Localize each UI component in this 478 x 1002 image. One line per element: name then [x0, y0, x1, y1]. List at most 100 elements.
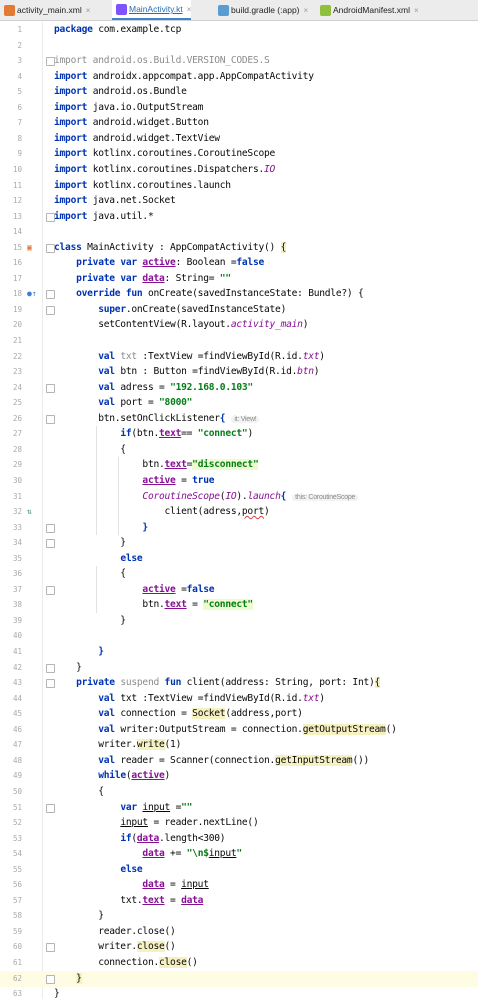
- code-line[interactable]: 46 val writer:OutputStream = connection.…: [0, 722, 478, 738]
- code-line[interactable]: 38 btn.text = "connect": [0, 597, 478, 613]
- fold-marker-icon[interactable]: [46, 974, 55, 984]
- line-number: 10: [12, 164, 22, 174]
- fold-marker-icon[interactable]: [46, 585, 55, 595]
- line-number: 63: [12, 989, 22, 999]
- code-line[interactable]: 56 data = input: [0, 877, 478, 893]
- code-line[interactable]: 52 input = reader.nextLine(): [0, 815, 478, 831]
- close-tab-icon[interactable]: ×: [86, 6, 91, 15]
- fold-marker-icon[interactable]: [46, 943, 55, 953]
- code-line[interactable]: 47 writer.write(1): [0, 737, 478, 753]
- fold-marker-icon[interactable]: [46, 679, 55, 689]
- code-line[interactable]: 17 private var data: String= "": [0, 271, 478, 287]
- close-tab-icon[interactable]: ×: [414, 6, 419, 15]
- code-line[interactable]: 54 data += "\n$input": [0, 846, 478, 862]
- override-marker-icon[interactable]: ●↑: [27, 286, 37, 302]
- code-line[interactable]: 44 val txt :TextView =findViewById(R.id.…: [0, 691, 478, 707]
- code-line[interactable]: 4 import androidx.appcompat.app.AppCompat…: [0, 69, 478, 85]
- code-line[interactable]: 33 }: [0, 520, 478, 536]
- code-text: reader.close(): [54, 925, 176, 937]
- code-line[interactable]: 15 class MainActivity : AppCompatActivity…: [0, 240, 478, 256]
- fold-marker-icon[interactable]: [46, 539, 55, 549]
- code-line[interactable]: 42 }: [0, 660, 478, 676]
- tab-androidmanifest-xml[interactable]: AndroidManifest.xml ×: [316, 0, 419, 20]
- line-number: 25: [12, 398, 22, 408]
- code-line[interactable]: 25 val port = "8000": [0, 395, 478, 411]
- code-line[interactable]: 13 import java.util.*: [0, 209, 478, 225]
- code-text: val reader = Scanner(connection.getInput…: [98, 754, 370, 766]
- line-number: 33: [12, 522, 22, 532]
- code-line[interactable]: 63}: [0, 986, 478, 1002]
- code-line[interactable]: 11 import kotlinx.coroutines.launch: [0, 178, 478, 194]
- fold-marker-icon[interactable]: [46, 383, 55, 393]
- close-tab-icon[interactable]: ×: [304, 6, 309, 15]
- code-line[interactable]: 5 import android.os.Bundle: [0, 84, 478, 100]
- code-line[interactable]: 29 btn.text="disconnect": [0, 457, 478, 473]
- code-line[interactable]: 9 import kotlinx.coroutines.CoroutineScop…: [0, 146, 478, 162]
- code-line[interactable]: 60 writer.close(): [0, 939, 478, 955]
- code-line[interactable]: 50 {: [0, 784, 478, 800]
- code-line[interactable]: 18 override fun onCreate(savedInstanceSt…: [0, 286, 478, 302]
- close-tab-icon[interactable]: ×: [187, 5, 192, 14]
- line-number: 22: [12, 351, 22, 361]
- fold-marker-icon[interactable]: [46, 290, 55, 300]
- code-line[interactable]: 34 }: [0, 535, 478, 551]
- code-line[interactable]: 31 CoroutineScope(IO).launch{this: Corou…: [0, 489, 478, 505]
- fold-marker-icon[interactable]: [46, 663, 55, 673]
- code-line[interactable]: 20 setContentView(R.layout.activity_main…: [0, 317, 478, 333]
- code-line[interactable]: 62 }: [0, 970, 478, 987]
- code-line[interactable]: 37 active =false: [0, 582, 478, 598]
- fold-marker-icon[interactable]: [46, 523, 55, 533]
- fold-marker-icon[interactable]: [46, 212, 55, 222]
- code-line[interactable]: 23 val btn : Button =findViewById(R.id.b…: [0, 364, 478, 380]
- code-line[interactable]: 49 while(active): [0, 768, 478, 784]
- code-line[interactable]: 3 import android.os.Build.VERSION_CODES.S: [0, 53, 478, 69]
- code-line[interactable]: 27 if(btn.text== "connect"): [0, 426, 478, 442]
- class-run-icon[interactable]: ▣: [27, 240, 32, 256]
- code-line[interactable]: 22 val txt :TextView =findViewById(R.id.…: [0, 349, 478, 365]
- code-line[interactable]: 39 }: [0, 613, 478, 629]
- code-line[interactable]: 16 private var active: Boolean =false: [0, 255, 478, 271]
- code-line[interactable]: 51 var input ="": [0, 800, 478, 816]
- code-line[interactable]: 58 }: [0, 908, 478, 924]
- code-line[interactable]: 10 import kotlinx.coroutines.Dispatchers.…: [0, 162, 478, 178]
- code-line[interactable]: 36 {: [0, 566, 478, 582]
- code-line[interactable]: 30 active = true: [0, 473, 478, 489]
- code-line[interactable]: 19 super.onCreate(savedInstanceState): [0, 302, 478, 318]
- code-line[interactable]: 61 connection.close(): [0, 955, 478, 971]
- code-line[interactable]: 40: [0, 628, 478, 644]
- code-line[interactable]: 14: [0, 224, 478, 240]
- code-line[interactable]: 41 }: [0, 644, 478, 660]
- code-line[interactable]: 35 else: [0, 551, 478, 567]
- code-line[interactable]: 6 import java.io.OutputStream: [0, 100, 478, 116]
- tab-activity-main-xml[interactable]: activity_main.xml ×: [0, 0, 90, 20]
- fold-marker-icon[interactable]: [46, 305, 55, 315]
- fold-marker-icon[interactable]: [46, 414, 55, 424]
- code-line[interactable]: 26 btn.setOnClickListener{it: View!: [0, 411, 478, 427]
- code-line[interactable]: 59 reader.close(): [0, 924, 478, 940]
- code-line[interactable]: 1 package com.example.tcp: [0, 22, 478, 38]
- code-line[interactable]: 12 import java.net.Socket: [0, 193, 478, 209]
- code-text: private suspend fun client(address: Stri…: [76, 677, 381, 689]
- fold-marker-icon[interactable]: [46, 243, 55, 253]
- code-line[interactable]: 28 {: [0, 442, 478, 458]
- tab-build-gradle-app[interactable]: build.gradle (:app) ×: [214, 0, 308, 20]
- code-line[interactable]: 32 client(adress,port): [0, 504, 478, 520]
- code-line[interactable]: 2: [0, 38, 478, 54]
- code-line[interactable]: 7 import android.widget.Button: [0, 115, 478, 131]
- fold-marker-icon[interactable]: [46, 803, 55, 813]
- tab-mainactivity-kt[interactable]: MainActivity.kt ×: [112, 0, 192, 20]
- code-line[interactable]: 43 private suspend fun client(address: S…: [0, 675, 478, 691]
- code-line[interactable]: 57 txt.text = data: [0, 893, 478, 909]
- tab-label: AndroidManifest.xml: [333, 5, 411, 15]
- code-line[interactable]: 48 val reader = Scanner(connection.getIn…: [0, 753, 478, 769]
- fold-marker-icon[interactable]: [46, 57, 55, 67]
- line-number: 51: [12, 802, 22, 812]
- code-text: if(data.length<300): [120, 832, 226, 844]
- code-line[interactable]: 55 else: [0, 862, 478, 878]
- code-line[interactable]: 24 val adress = "192.168.0.103": [0, 380, 478, 396]
- code-line[interactable]: 8 import android.widget.TextView: [0, 131, 478, 147]
- suspend-call-icon[interactable]: ⇅: [27, 504, 32, 520]
- code-line[interactable]: 21: [0, 333, 478, 349]
- code-line[interactable]: 53 if(data.length<300): [0, 831, 478, 847]
- code-line[interactable]: 45 val connection = Socket(address,port): [0, 706, 478, 722]
